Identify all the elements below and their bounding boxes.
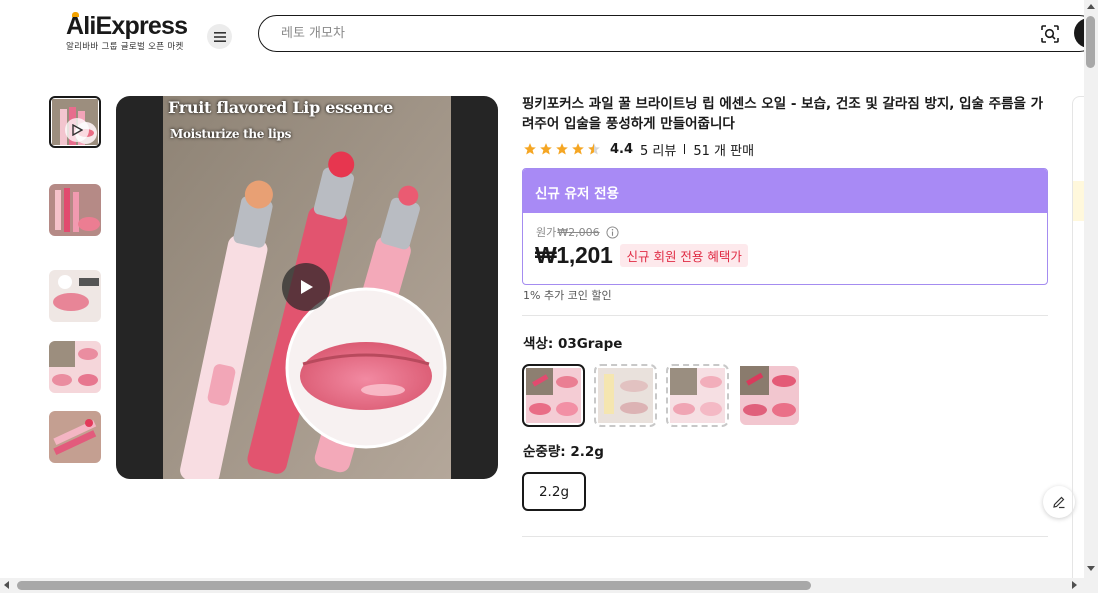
image-search-icon[interactable] — [1040, 24, 1060, 44]
color-swatch-2[interactable] — [594, 364, 657, 427]
play-icon — [301, 280, 313, 294]
new-user-promo-box: 신규 유저 전용 원가 ₩2,006 ₩1,201 신규 회원 전용 혜택가 — [522, 168, 1048, 285]
rating-row: 4.4 5 리뷰 51 개 판매 — [523, 140, 755, 159]
section-divider — [522, 536, 1048, 537]
thumbnail-image — [49, 411, 101, 463]
star-icon — [572, 143, 584, 155]
logo-accent — [72, 12, 79, 17]
search-bar[interactable] — [258, 15, 1098, 52]
rating-value: 4.4 — [610, 141, 634, 157]
half-star-icon — [588, 143, 600, 155]
thumbnail-5[interactable] — [49, 411, 101, 463]
sale-price: ₩1,201 — [535, 242, 613, 268]
star-icon — [556, 143, 568, 155]
section-divider — [522, 315, 1048, 316]
menu-button[interactable] — [207, 24, 232, 49]
media-caption-subtitle: Moisturize the lips — [170, 127, 292, 141]
promo-header: 신규 유저 전용 — [523, 169, 1047, 213]
side-panel-edge — [1072, 96, 1084, 578]
price-row: ₩1,201 신규 회원 전용 혜택가 — [535, 242, 748, 269]
thumbnail-3[interactable] — [49, 270, 101, 322]
star-rating — [523, 142, 601, 156]
video-play-button[interactable] — [282, 263, 330, 311]
thumbnail-image — [49, 184, 101, 236]
original-price-row: 원가 ₩2,006 — [536, 224, 619, 240]
original-price: ₩2,006 — [557, 225, 600, 239]
horizontal-scroll-thumb[interactable] — [17, 581, 811, 590]
weight-option-label: 순중량: 2.2g — [523, 444, 604, 460]
color-swatch-4[interactable] — [738, 364, 801, 427]
search-input[interactable] — [281, 22, 981, 44]
media-caption-title: Fruit flavored Lip essence — [168, 98, 394, 117]
thumbnail-image — [49, 270, 101, 322]
scroll-left-arrow-icon[interactable] — [4, 581, 9, 589]
vertical-scroll-thumb[interactable] — [1086, 16, 1095, 68]
swatch-image — [740, 366, 799, 425]
color-swatch-3[interactable] — [666, 364, 729, 427]
info-icon[interactable] — [606, 225, 619, 239]
hamburger-menu-icon — [213, 31, 226, 42]
side-panel-highlight — [1073, 181, 1084, 221]
swatch-image — [598, 368, 653, 423]
divider — [684, 144, 686, 154]
product-title: 핑키포커스 과일 꿀 브라이트닝 립 에센스 오일 - 보습, 건조 및 갈라짐… — [522, 96, 1044, 132]
color-swatch-1[interactable] — [522, 364, 585, 427]
video-play-icon — [65, 118, 89, 142]
coin-discount-note: 1% 추가 코인 할인 — [523, 289, 612, 302]
thumbnail-image — [49, 341, 101, 393]
scroll-down-arrow-icon[interactable] — [1087, 566, 1095, 571]
original-price-label: 원가 — [536, 226, 557, 239]
thumbnail-1[interactable] — [49, 96, 101, 148]
thumbnail-2[interactable] — [49, 184, 101, 236]
horizontal-scrollbar[interactable] — [0, 578, 1098, 593]
edit-feedback-button[interactable] — [1043, 486, 1075, 518]
star-icon — [540, 143, 552, 155]
logo-subtitle: 알리바바 그룹 글로벌 오픈 마켓 — [66, 42, 184, 52]
pencil-icon — [1053, 496, 1065, 509]
scroll-right-arrow-icon[interactable] — [1072, 581, 1077, 589]
weight-option-button[interactable]: 2.2g — [522, 472, 586, 511]
aliexpress-logo[interactable]: AliExpress 알리바바 그룹 글로벌 오픈 마켓 — [66, 12, 188, 52]
review-count[interactable]: 5 리뷰 — [640, 140, 676, 159]
new-member-badge: 신규 회원 전용 혜택가 — [620, 244, 748, 267]
vertical-scrollbar[interactable] — [1084, 0, 1098, 578]
logo-text: AliExpress — [66, 12, 188, 40]
star-icon — [524, 143, 536, 155]
color-option-label: 색상: 03Grape — [523, 336, 623, 352]
swatch-image — [526, 368, 581, 423]
scroll-up-arrow-icon[interactable] — [1087, 4, 1095, 9]
sold-count: 51 개 판매 — [693, 143, 755, 159]
main-product-media[interactable]: Fruit flavored Lip essence Moisturize th… — [116, 96, 498, 479]
thumbnail-4[interactable] — [49, 341, 101, 393]
swatch-image — [670, 368, 725, 423]
